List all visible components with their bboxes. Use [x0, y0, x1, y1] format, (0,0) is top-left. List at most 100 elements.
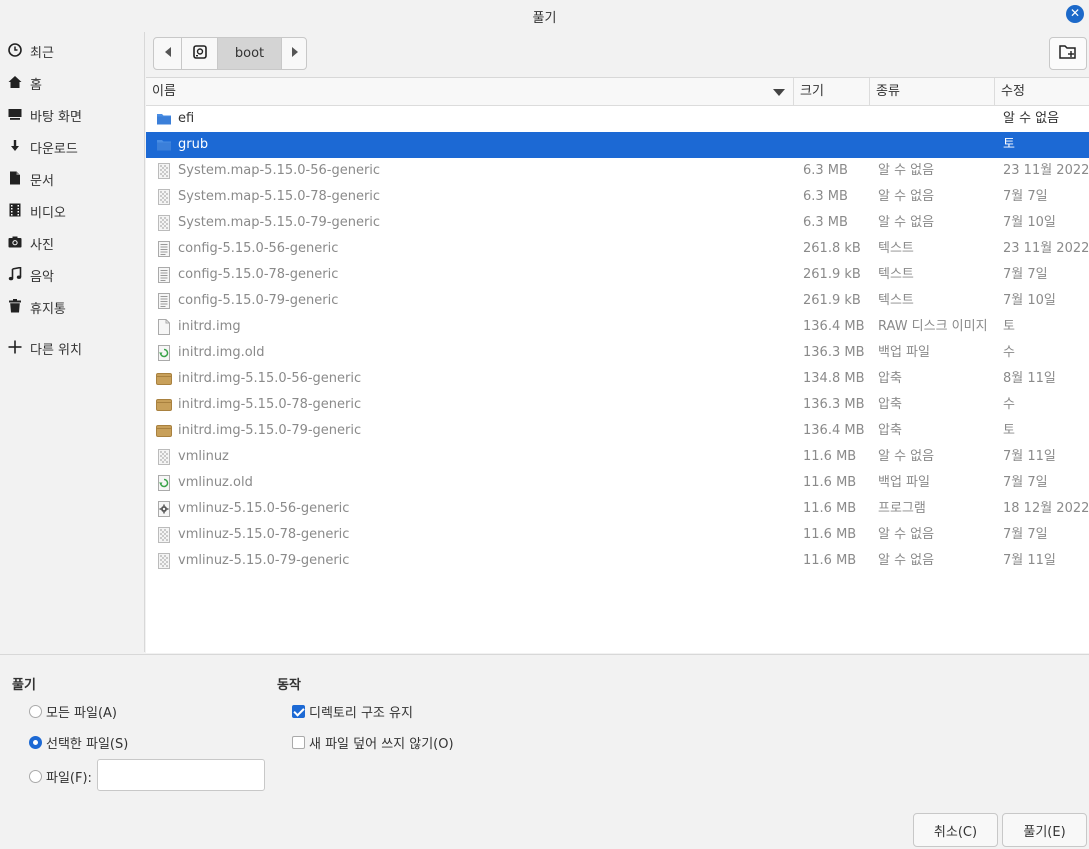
text-file-icon	[156, 267, 172, 283]
file-name: System.map-5.15.0-79-generic	[178, 215, 381, 230]
close-button[interactable]: ✕	[1066, 5, 1084, 23]
file-type: 압축	[878, 371, 902, 386]
file-size: 261.8 kB	[803, 241, 861, 256]
file-row[interactable]: grub 토	[146, 132, 1089, 158]
file-name: initrd.img-5.15.0-56-generic	[178, 371, 362, 386]
text-file-icon	[156, 293, 172, 309]
drive-icon	[192, 44, 207, 63]
file-modified: 7월 11일	[1003, 553, 1056, 568]
column-modified[interactable]: 수정	[995, 78, 1089, 106]
file-modified: 7월 7일	[1003, 189, 1048, 204]
file-row[interactable]: initrd.img.old 136.3 MB 백업 파일 수	[146, 340, 1089, 366]
sidebar-item-downloads[interactable]: 다운로드	[0, 132, 145, 162]
file-row[interactable]: vmlinuz-5.15.0-78-generic 11.6 MB 알 수 없음 7…	[146, 522, 1089, 548]
path-segment-boot[interactable]: boot	[218, 38, 281, 69]
file-row[interactable]: config-5.15.0-78-generic 261.9 kB 텍스트 7월 7…	[146, 262, 1089, 288]
file-row[interactable]: initrd.img-5.15.0-79-generic 136.4 MB 압축 토	[146, 418, 1089, 444]
file-modified: 7월 10일	[1003, 293, 1056, 308]
file-name: vmlinuz-5.15.0-78-generic	[178, 527, 350, 542]
sidebar-item-videos[interactable]: 비디오	[0, 196, 145, 226]
file-type: 프로그램	[878, 501, 926, 516]
sidebar-item-documents[interactable]: 문서	[0, 164, 145, 194]
column-type[interactable]: 종류	[870, 78, 995, 106]
file-row[interactable]: System.map-5.15.0-56-generic 6.3 MB 알 수 없음…	[146, 158, 1089, 184]
column-name[interactable]: 이름	[146, 78, 794, 106]
path-root-button[interactable]	[182, 38, 217, 69]
sidebar-item-music[interactable]: 음악	[0, 260, 145, 290]
file-row[interactable]: initrd.img 136.4 MB RAW 디스크 이미지 토	[146, 314, 1089, 340]
file-row[interactable]: initrd.img-5.15.0-78-generic 136.3 MB 압축 수	[146, 392, 1089, 418]
all-files-radio[interactable]: 모든 파일(A)	[29, 702, 117, 721]
files-pattern-radio[interactable]: 파일(F):	[29, 767, 92, 786]
sidebar-item-trash[interactable]: 휴지통	[0, 292, 145, 322]
file-size: 11.6 MB	[803, 527, 857, 542]
file-row[interactable]: config-5.15.0-56-generic 261.8 kB 텍스트 23 11…	[146, 236, 1089, 262]
sidebar-item-label: 다운로드	[30, 142, 78, 157]
file-modified: 7월 7일	[1003, 267, 1048, 282]
no-overwrite-checkbox[interactable]: 새 파일 덮어 쓰지 않기(O)	[292, 733, 454, 752]
file-size: 261.9 kB	[803, 267, 861, 282]
close-icon: ✕	[1069, 6, 1081, 20]
sidebar-item-recent[interactable]: 최근	[0, 36, 145, 66]
column-header: 이름 크기 종류 수정	[146, 78, 1089, 106]
path-forward-button[interactable]	[282, 38, 306, 69]
file-name: vmlinuz-5.15.0-79-generic	[178, 553, 350, 568]
sidebar-item-label: 문서	[30, 174, 54, 189]
file-type: 압축	[878, 423, 902, 438]
column-size[interactable]: 크기	[794, 78, 870, 106]
file-type: RAW 디스크 이미지	[878, 319, 988, 334]
file-name: initrd.img-5.15.0-79-generic	[178, 423, 362, 438]
path-back-button[interactable]	[154, 38, 181, 69]
file-name: System.map-5.15.0-56-generic	[178, 163, 381, 178]
sidebar-item-pictures[interactable]: 사진	[0, 228, 145, 258]
file-modified: 23 11월 2022	[1003, 241, 1089, 256]
file-size	[803, 132, 873, 158]
camera-icon	[7, 234, 23, 250]
extract-button[interactable]: 풀기(E)	[1002, 813, 1087, 847]
new-folder-button[interactable]	[1049, 37, 1087, 70]
column-size-label: 크기	[800, 84, 824, 99]
cancel-button[interactable]: 취소(C)	[913, 813, 998, 847]
file-size: 136.4 MB	[803, 319, 865, 334]
file-row[interactable]: config-5.15.0-79-generic 261.9 kB 텍스트 7월 1…	[146, 288, 1089, 314]
keep-directory-structure-label: 디렉토리 구조 유지	[309, 706, 413, 721]
sidebar: 최근 홈 바탕 화면 다운로드 문서 비디오 사진 음악 휴지통 다른 위치	[0, 32, 145, 652]
file-modified: 7월 10일	[1003, 215, 1056, 230]
sidebar-item-home[interactable]: 홈	[0, 68, 145, 98]
archive-icon	[156, 423, 172, 439]
unknown-file-icon	[156, 215, 172, 231]
files-pattern-input[interactable]	[97, 759, 265, 791]
desktop-icon	[7, 106, 23, 122]
sidebar-item-desktop[interactable]: 바탕 화면	[0, 100, 145, 130]
file-row[interactable]: vmlinuz-5.15.0-56-generic 11.6 MB 프로그램 18 1…	[146, 496, 1089, 522]
file-size: 6.3 MB	[803, 215, 848, 230]
file-row[interactable]: vmlinuz 11.6 MB 알 수 없음 7월 11일	[146, 444, 1089, 470]
file-row[interactable]: efi 알 수 없음	[146, 106, 1089, 132]
video-icon	[7, 202, 23, 218]
file-modified: 토	[1003, 137, 1015, 152]
text-file-icon	[156, 241, 172, 257]
title-bar: 풀기 ✕	[0, 0, 1089, 32]
file-modified: 7월 11일	[1003, 449, 1056, 464]
file-name: System.map-5.15.0-78-generic	[178, 189, 381, 204]
file-name: config-5.15.0-56-generic	[178, 241, 339, 256]
file-name: initrd.img.old	[178, 345, 265, 360]
keep-directory-structure-checkbox[interactable]: 디렉토리 구조 유지	[292, 702, 413, 721]
unknown-file-icon	[156, 553, 172, 569]
file-name: initrd.img-5.15.0-78-generic	[178, 397, 362, 412]
file-row[interactable]: vmlinuz.old 11.6 MB 백업 파일 7월 7일	[146, 470, 1089, 496]
file-row[interactable]: System.map-5.15.0-78-generic 6.3 MB 알 수 없음…	[146, 184, 1089, 210]
file-name: vmlinuz.old	[178, 475, 253, 490]
window-title: 풀기	[532, 11, 557, 26]
file-type: 텍스트	[878, 293, 914, 308]
archive-icon	[156, 397, 172, 413]
file-modified: 알 수 없음	[1003, 111, 1060, 126]
sidebar-item-other-locations[interactable]: 다른 위치	[0, 333, 145, 363]
file-row[interactable]: vmlinuz-5.15.0-79-generic 11.6 MB 알 수 없음 7…	[146, 548, 1089, 574]
column-modified-label: 수정	[1001, 84, 1025, 99]
file-row[interactable]: System.map-5.15.0-79-generic 6.3 MB 알 수 없음…	[146, 210, 1089, 236]
selected-files-radio[interactable]: 선택한 파일(S)	[29, 733, 128, 752]
file-size: 6.3 MB	[803, 189, 848, 204]
sort-descending-icon	[773, 89, 785, 96]
file-row[interactable]: initrd.img-5.15.0-56-generic 134.8 MB 압축 8…	[146, 366, 1089, 392]
